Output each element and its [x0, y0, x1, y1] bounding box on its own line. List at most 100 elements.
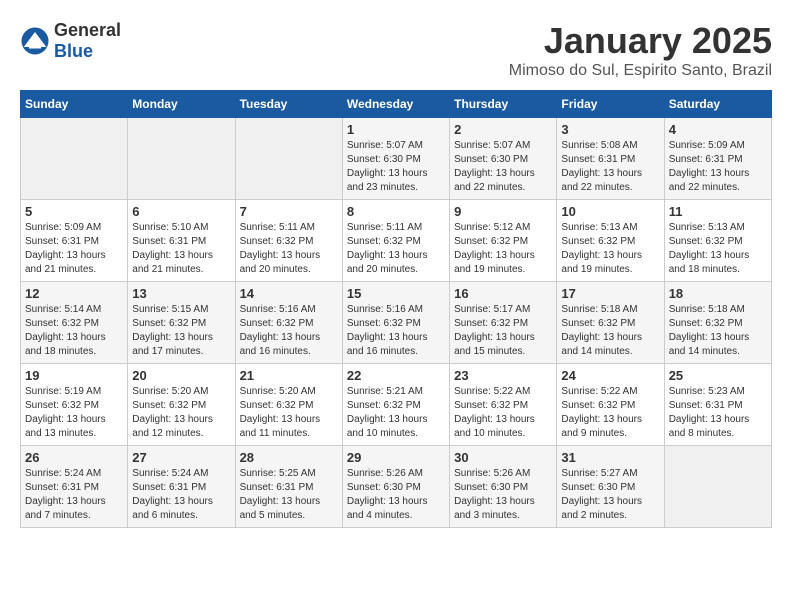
calendar-day-cell: 23 Sunrise: 5:22 AM Sunset: 6:32 PM Dayli…: [450, 364, 557, 446]
day-info: Sunrise: 5:18 AM Sunset: 6:32 PM Dayligh…: [669, 303, 767, 359]
calendar-header-row: SundayMondayTuesdayWednesdayThursdayFrid…: [21, 91, 772, 118]
day-number: 18: [669, 286, 767, 301]
day-of-week-header: Sunday: [21, 91, 128, 118]
calendar-day-cell: 20 Sunrise: 5:20 AM Sunset: 6:32 PM Dayli…: [128, 364, 235, 446]
calendar-day-cell: 22 Sunrise: 5:21 AM Sunset: 6:32 PM Dayli…: [342, 364, 449, 446]
title-area: January 2025 Mimoso do Sul, Espirito San…: [509, 20, 772, 80]
location-text: Mimoso do Sul, Espirito Santo, Brazil: [509, 62, 772, 80]
calendar-day-cell: 10 Sunrise: 5:13 AM Sunset: 6:32 PM Dayli…: [557, 200, 664, 282]
calendar-day-cell: 14Sunrise: 5:16 AM Sunset: 6:32 PM Dayli…: [235, 282, 342, 364]
day-number: 19: [25, 368, 123, 383]
day-number: 31: [561, 450, 659, 465]
calendar-day-cell: 13 Sunrise: 5:15 AM Sunset: 6:32 PM Dayli…: [128, 282, 235, 364]
day-of-week-header: Wednesday: [342, 91, 449, 118]
day-number: 29: [347, 450, 445, 465]
day-info: Sunrise: 5:20 AM Sunset: 6:32 PM Dayligh…: [132, 385, 230, 441]
day-info: Sunrise: 5:25 AM Sunset: 6:31 PM Dayligh…: [240, 467, 338, 523]
day-number: 13: [132, 286, 230, 301]
calendar-day-cell: 8 Sunrise: 5:11 AM Sunset: 6:32 PM Daylig…: [342, 200, 449, 282]
calendar-day-cell: 31 Sunrise: 5:27 AM Sunset: 6:30 PM Dayli…: [557, 446, 664, 528]
day-of-week-header: Friday: [557, 91, 664, 118]
day-info: Sunrise: 5:09 AM Sunset: 6:31 PM Dayligh…: [25, 221, 123, 277]
calendar-day-cell: 4 Sunrise: 5:09 AM Sunset: 6:31 PM Daylig…: [664, 118, 771, 200]
day-number: 21: [240, 368, 338, 383]
calendar-week-row: 12Sunrise: 5:14 AM Sunset: 6:32 PM Dayli…: [21, 282, 772, 364]
calendar-week-row: 26 Sunrise: 5:24 AM Sunset: 6:31 PM Dayli…: [21, 446, 772, 528]
day-info: Sunrise: 5:27 AM Sunset: 6:30 PM Dayligh…: [561, 467, 659, 523]
logo-blue-text: Blue: [54, 41, 93, 61]
day-number: 16: [454, 286, 552, 301]
calendar-week-row: 5 Sunrise: 5:09 AM Sunset: 6:31 PM Daylig…: [21, 200, 772, 282]
calendar-day-cell: 15Sunrise: 5:16 AM Sunset: 6:32 PM Dayli…: [342, 282, 449, 364]
day-number: 20: [132, 368, 230, 383]
calendar-day-cell: [21, 118, 128, 200]
calendar-day-cell: 6 Sunrise: 5:10 AM Sunset: 6:31 PM Daylig…: [128, 200, 235, 282]
calendar-day-cell: 16 Sunrise: 5:17 AM Sunset: 6:32 PM Dayli…: [450, 282, 557, 364]
calendar-day-cell: 18 Sunrise: 5:18 AM Sunset: 6:32 PM Dayli…: [664, 282, 771, 364]
calendar-day-cell: 19 Sunrise: 5:19 AM Sunset: 6:32 PM Dayli…: [21, 364, 128, 446]
day-number: 22: [347, 368, 445, 383]
day-info: Sunrise: 5:13 AM Sunset: 6:32 PM Dayligh…: [669, 221, 767, 277]
calendar-day-cell: [128, 118, 235, 200]
day-of-week-header: Tuesday: [235, 91, 342, 118]
calendar-day-cell: 21 Sunrise: 5:20 AM Sunset: 6:32 PM Dayli…: [235, 364, 342, 446]
day-number: 23: [454, 368, 552, 383]
day-info: Sunrise: 5:11 AM Sunset: 6:32 PM Dayligh…: [347, 221, 445, 277]
calendar-day-cell: 17 Sunrise: 5:18 AM Sunset: 6:32 PM Dayli…: [557, 282, 664, 364]
day-info: Sunrise: 5:26 AM Sunset: 6:30 PM Dayligh…: [454, 467, 552, 523]
logo: General Blue: [20, 20, 121, 62]
calendar-day-cell: [235, 118, 342, 200]
day-number: 7: [240, 204, 338, 219]
calendar-week-row: 1 Sunrise: 5:07 AM Sunset: 6:30 PM Daylig…: [21, 118, 772, 200]
day-info: Sunrise: 5:22 AM Sunset: 6:32 PM Dayligh…: [454, 385, 552, 441]
calendar-week-row: 19 Sunrise: 5:19 AM Sunset: 6:32 PM Dayli…: [21, 364, 772, 446]
calendar-day-cell: 27Sunrise: 5:24 AM Sunset: 6:31 PM Dayli…: [128, 446, 235, 528]
day-number: 14: [240, 286, 338, 301]
day-info: Sunrise: 5:16 AM Sunset: 6:32 PM Dayligh…: [347, 303, 445, 359]
day-info: Sunrise: 5:07 AM Sunset: 6:30 PM Dayligh…: [347, 139, 445, 195]
day-info: Sunrise: 5:13 AM Sunset: 6:32 PM Dayligh…: [561, 221, 659, 277]
day-number: 6: [132, 204, 230, 219]
day-number: 3: [561, 122, 659, 137]
day-info: Sunrise: 5:21 AM Sunset: 6:32 PM Dayligh…: [347, 385, 445, 441]
day-info: Sunrise: 5:18 AM Sunset: 6:32 PM Dayligh…: [561, 303, 659, 359]
calendar-day-cell: 7 Sunrise: 5:11 AM Sunset: 6:32 PM Daylig…: [235, 200, 342, 282]
day-info: Sunrise: 5:23 AM Sunset: 6:31 PM Dayligh…: [669, 385, 767, 441]
day-info: Sunrise: 5:10 AM Sunset: 6:31 PM Dayligh…: [132, 221, 230, 277]
day-number: 8: [347, 204, 445, 219]
calendar-day-cell: 29 Sunrise: 5:26 AM Sunset: 6:30 PM Dayli…: [342, 446, 449, 528]
day-info: Sunrise: 5:15 AM Sunset: 6:32 PM Dayligh…: [132, 303, 230, 359]
calendar-day-cell: 11 Sunrise: 5:13 AM Sunset: 6:32 PM Dayli…: [664, 200, 771, 282]
day-number: 5: [25, 204, 123, 219]
day-number: 11: [669, 204, 767, 219]
day-info: Sunrise: 5:11 AM Sunset: 6:32 PM Dayligh…: [240, 221, 338, 277]
calendar-day-cell: 26 Sunrise: 5:24 AM Sunset: 6:31 PM Dayli…: [21, 446, 128, 528]
day-info: Sunrise: 5:20 AM Sunset: 6:32 PM Dayligh…: [240, 385, 338, 441]
day-info: Sunrise: 5:09 AM Sunset: 6:31 PM Dayligh…: [669, 139, 767, 195]
calendar-day-cell: 28 Sunrise: 5:25 AM Sunset: 6:31 PM Dayli…: [235, 446, 342, 528]
day-of-week-header: Thursday: [450, 91, 557, 118]
day-number: 4: [669, 122, 767, 137]
day-number: 28: [240, 450, 338, 465]
day-number: 17: [561, 286, 659, 301]
day-info: Sunrise: 5:19 AM Sunset: 6:32 PM Dayligh…: [25, 385, 123, 441]
calendar-day-cell: 24Sunrise: 5:22 AM Sunset: 6:32 PM Dayli…: [557, 364, 664, 446]
day-info: Sunrise: 5:17 AM Sunset: 6:32 PM Dayligh…: [454, 303, 552, 359]
day-number: 1: [347, 122, 445, 137]
day-info: Sunrise: 5:26 AM Sunset: 6:30 PM Dayligh…: [347, 467, 445, 523]
day-info: Sunrise: 5:12 AM Sunset: 6:32 PM Dayligh…: [454, 221, 552, 277]
day-info: Sunrise: 5:07 AM Sunset: 6:30 PM Dayligh…: [454, 139, 552, 195]
day-number: 25: [669, 368, 767, 383]
day-of-week-header: Saturday: [664, 91, 771, 118]
day-info: Sunrise: 5:24 AM Sunset: 6:31 PM Dayligh…: [25, 467, 123, 523]
calendar-day-cell: 2Sunrise: 5:07 AM Sunset: 6:30 PM Daylig…: [450, 118, 557, 200]
header: General Blue January 2025 Mimoso do Sul,…: [20, 20, 772, 80]
calendar-table: SundayMondayTuesdayWednesdayThursdayFrid…: [20, 90, 772, 528]
day-number: 10: [561, 204, 659, 219]
calendar-day-cell: 9 Sunrise: 5:12 AM Sunset: 6:32 PM Daylig…: [450, 200, 557, 282]
logo-icon: [20, 26, 50, 56]
day-number: 26: [25, 450, 123, 465]
day-number: 9: [454, 204, 552, 219]
calendar-day-cell: [664, 446, 771, 528]
calendar-day-cell: 5 Sunrise: 5:09 AM Sunset: 6:31 PM Daylig…: [21, 200, 128, 282]
